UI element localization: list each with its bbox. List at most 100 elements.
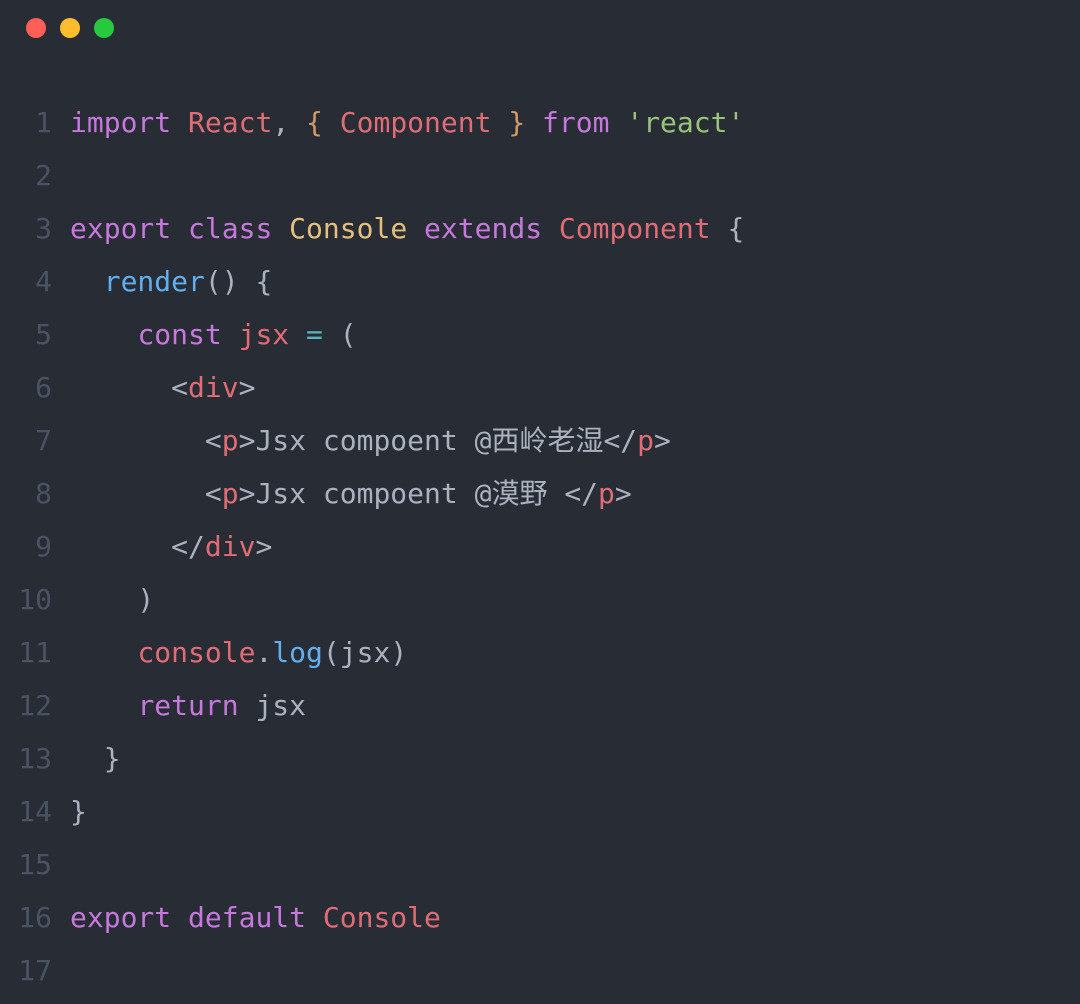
code-content[interactable]: <p>Jsx compoent @西岭老湿</p> [70, 414, 1080, 467]
code-content[interactable] [70, 838, 1080, 891]
line-number: 6 [0, 361, 70, 414]
line-number: 14 [0, 785, 70, 838]
token-plain [70, 265, 104, 298]
token-plain: ( [323, 318, 357, 351]
token-tag: p [222, 477, 239, 510]
token-plain: Jsx compoent @漠野 [255, 477, 564, 510]
token-plain: ) [390, 636, 407, 669]
token-ident: Console [323, 901, 441, 934]
code-line[interactable]: 12 return jsx [0, 679, 1080, 732]
code-content[interactable] [70, 944, 1080, 997]
token-plain: > [239, 371, 256, 404]
token-kw: class [188, 212, 289, 245]
code-line[interactable]: 6 <div> [0, 361, 1080, 414]
token-kw: from [525, 106, 626, 139]
line-number: 15 [0, 838, 70, 891]
token-plain: < [205, 477, 222, 510]
token-plain: { [711, 212, 745, 245]
code-line[interactable]: 14} [0, 785, 1080, 838]
token-plain: </ [603, 424, 637, 457]
code-line[interactable]: 2 [0, 149, 1080, 202]
token-plain: ) [70, 583, 154, 616]
code-content[interactable]: export class Console extends Component { [70, 202, 1080, 255]
token-plain [289, 318, 306, 351]
code-content[interactable]: console.log(jsx) [70, 626, 1080, 679]
code-line[interactable]: 11 console.log(jsx) [0, 626, 1080, 679]
token-kw: export [70, 901, 188, 934]
token-brackt: { [306, 106, 340, 139]
token-plain: } [70, 742, 121, 775]
token-plain: </ [171, 530, 205, 563]
line-number: 9 [0, 520, 70, 573]
code-line[interactable]: 8 <p>Jsx compoent @漠野 </p> [0, 467, 1080, 520]
code-content[interactable]: ) [70, 573, 1080, 626]
token-tag: p [598, 477, 615, 510]
line-number: 13 [0, 732, 70, 785]
token-op: = [306, 318, 323, 351]
token-plain: () { [205, 265, 272, 298]
code-line[interactable]: 5 const jsx = ( [0, 308, 1080, 361]
line-number: 16 [0, 891, 70, 944]
code-line[interactable]: 9 </div> [0, 520, 1080, 573]
token-cls: Console [289, 212, 407, 245]
code-line[interactable]: 1import React, { Component } from 'react… [0, 96, 1080, 149]
code-line[interactable]: 15 [0, 838, 1080, 891]
token-plain: < [171, 371, 188, 404]
zoom-icon[interactable] [94, 18, 114, 38]
code-content[interactable]: import React, { Component } from 'react' [70, 96, 1080, 149]
token-ident: React [188, 106, 272, 139]
token-plain [70, 477, 205, 510]
close-icon[interactable] [26, 18, 46, 38]
token-ident: console [137, 636, 255, 669]
token-kw: import [70, 106, 188, 139]
token-plain: ( [323, 636, 340, 669]
code-line[interactable]: 16export default Console [0, 891, 1080, 944]
code-content[interactable]: <div> [70, 361, 1080, 414]
token-str: 'react' [626, 106, 744, 139]
line-number: 3 [0, 202, 70, 255]
token-plain: jsx [340, 636, 391, 669]
token-plain: . [255, 636, 272, 669]
code-editor[interactable]: 1import React, { Component } from 'react… [0, 56, 1080, 997]
code-content[interactable]: } [70, 732, 1080, 785]
line-number: 7 [0, 414, 70, 467]
code-content[interactable]: render() { [70, 255, 1080, 308]
token-tag: p [637, 424, 654, 457]
code-line[interactable]: 3export class Console extends Component … [0, 202, 1080, 255]
token-plain [70, 689, 137, 722]
token-plain: </ [564, 477, 598, 510]
minimize-icon[interactable] [60, 18, 80, 38]
token-plain: < [205, 424, 222, 457]
token-kw: extends [407, 212, 559, 245]
token-ident: Component [340, 106, 492, 139]
line-number: 8 [0, 467, 70, 520]
code-content[interactable]: } [70, 785, 1080, 838]
code-content[interactable]: const jsx = ( [70, 308, 1080, 361]
code-content[interactable]: export default Console [70, 891, 1080, 944]
code-line[interactable]: 4 render() { [0, 255, 1080, 308]
token-kw: const [137, 318, 238, 351]
token-ident: Component [559, 212, 711, 245]
code-content[interactable]: <p>Jsx compoent @漠野 </p> [70, 467, 1080, 520]
token-plain [70, 318, 137, 351]
code-line[interactable]: 7 <p>Jsx compoent @西岭老湿</p> [0, 414, 1080, 467]
code-line[interactable]: 17 [0, 944, 1080, 997]
token-tag: p [222, 424, 239, 457]
code-line[interactable]: 10 ) [0, 573, 1080, 626]
token-kw: default [188, 901, 323, 934]
token-plain [70, 371, 171, 404]
token-tag: div [205, 530, 256, 563]
code-line[interactable]: 13 } [0, 732, 1080, 785]
code-content[interactable] [70, 149, 1080, 202]
token-plain: Jsx compoent @西岭老湿 [255, 424, 603, 457]
token-kw: return [137, 689, 255, 722]
token-plain: > [615, 477, 632, 510]
code-content[interactable]: return jsx [70, 679, 1080, 732]
token-plain: > [239, 477, 256, 510]
line-number: 12 [0, 679, 70, 732]
code-content[interactable]: </div> [70, 520, 1080, 573]
token-plain: > [255, 530, 272, 563]
line-number: 2 [0, 149, 70, 202]
token-plain: jsx [255, 689, 306, 722]
line-number: 5 [0, 308, 70, 361]
